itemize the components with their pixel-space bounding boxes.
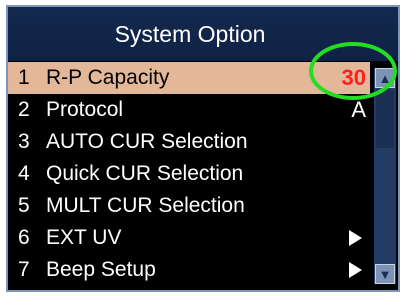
title-bar: System Option [8, 7, 398, 61]
menu-item-number: 4 [18, 162, 30, 185]
menu-item-label: Protocol [46, 98, 124, 121]
scroll-down-button[interactable]: ▼ [375, 264, 395, 284]
scroll-thumb[interactable] [376, 90, 394, 148]
submenu-arrow-icon [349, 230, 362, 246]
chevron-up-icon: ▲ [378, 70, 392, 86]
menu-item-label: MULT CUR Selection [46, 194, 245, 217]
menu-item-rp-capacity[interactable]: 1 R-P Capacity 30 [8, 62, 370, 94]
menu-item-label: Quick CUR Selection [46, 162, 244, 185]
submenu-arrow-icon [349, 262, 362, 278]
page-title: System Option [114, 20, 266, 47]
chevron-down-icon: ▼ [378, 266, 392, 282]
scroll-up-button[interactable]: ▲ [375, 68, 395, 88]
device-frame: System Option 1 R-P Capacity 30 2 Protoc… [2, 1, 404, 296]
menu-item-protocol[interactable]: 2 Protocol A [8, 94, 370, 126]
menu-item-label: R-P Capacity [46, 66, 170, 89]
menu-item-number: 1 [18, 66, 30, 89]
menu-item-auto-cur-selection[interactable]: 3 AUTO CUR Selection [8, 126, 370, 158]
menu-item-beep-setup[interactable]: 7 Beep Setup [8, 254, 370, 286]
scrollbar[interactable]: ▲ ▼ [374, 68, 396, 284]
menu-item-number: 6 [18, 226, 30, 249]
menu-item-value: 30 [341, 65, 366, 90]
menu-item-label: AUTO CUR Selection [46, 130, 248, 153]
menu-item-ext-uv[interactable]: 6 EXT UV [8, 222, 370, 254]
menu-item-number: 2 [18, 98, 30, 121]
menu-item-number: 3 [18, 130, 30, 153]
menu-list: 1 R-P Capacity 30 2 Protocol A 3 AUTO CU… [8, 62, 370, 286]
menu-item-value: A [351, 97, 366, 122]
menu-item-label: Beep Setup [46, 258, 156, 281]
menu-item-mult-cur-selection[interactable]: 5 MULT CUR Selection [8, 190, 370, 222]
menu-item-label: EXT UV [46, 226, 122, 249]
device-screen: System Option 1 R-P Capacity 30 2 Protoc… [6, 5, 400, 292]
menu-item-number: 5 [18, 194, 30, 217]
menu-item-quick-cur-selection[interactable]: 4 Quick CUR Selection [8, 158, 370, 190]
menu-item-number: 7 [18, 258, 30, 281]
